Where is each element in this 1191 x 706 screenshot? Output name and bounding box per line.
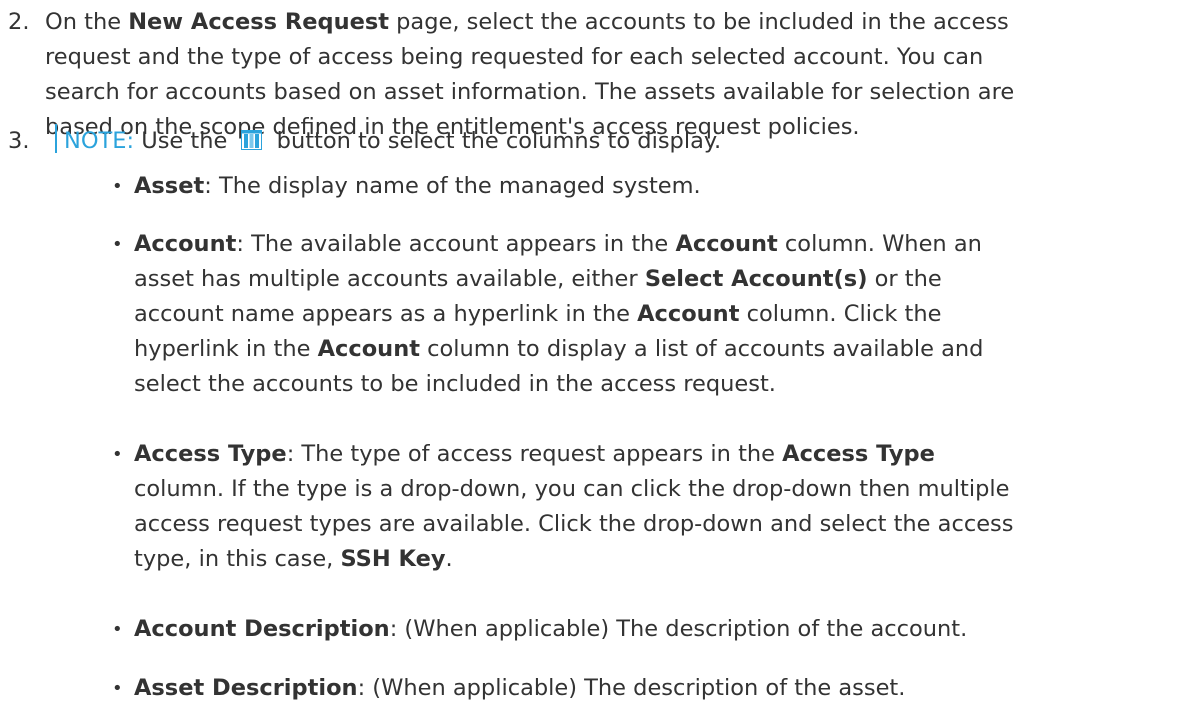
note: NOTE: Use the button to select the colum… [64, 124, 721, 159]
text-run: : (When applicable) The description of t… [357, 675, 906, 701]
text-line: asset has multiple accounts available, e… [134, 262, 1174, 297]
bold-term: Select Account(s) [644, 266, 868, 292]
note-text-before: Use the [134, 128, 235, 154]
text-run: : The display name of the managed system… [204, 173, 701, 199]
text-run: select the accounts to be included in th… [134, 371, 776, 397]
bold-term: New Access Request [128, 9, 389, 35]
text-run: : The available account appears in the [236, 231, 676, 257]
text-line: request and the type of access being req… [45, 40, 1175, 75]
text-run: On the [45, 9, 129, 35]
bold-term: Account Description [134, 616, 390, 642]
bullet-icon: • [112, 234, 123, 255]
text-run: . [445, 546, 453, 572]
bullet-icon: • [112, 619, 123, 640]
note-text-after: button to select the columns to display. [269, 128, 722, 154]
list-item: • Account Description: (When applicable) … [112, 612, 1174, 647]
text-line: On the New Access Request page, select t… [45, 5, 1175, 40]
text-run: account name appears as a hyperlink in t… [134, 301, 638, 327]
text-line: Asset: The display name of the managed s… [134, 169, 1174, 204]
text-line: select the accounts to be included in th… [134, 367, 1174, 402]
text-line: hyperlink in the Account column to displ… [134, 332, 1174, 367]
note-label: NOTE: [64, 128, 135, 154]
text-run: column. When an [777, 231, 982, 257]
text-line: type, in this case, SSH Key. [134, 542, 1174, 577]
bold-term: Access Type [782, 441, 935, 467]
text-line: account name appears as a hyperlink in t… [134, 297, 1174, 332]
text-line: Asset Description: (When applicable) The… [134, 671, 1174, 706]
text-run: column. If the type is a drop-down, you … [134, 476, 1010, 502]
bold-term: SSH Key [340, 546, 446, 572]
step-number: 3. [8, 128, 30, 154]
text-line: Access Type: The type of access request … [134, 437, 1174, 472]
text-line: column. If the type is a drop-down, you … [134, 472, 1174, 507]
text-run: column. Click the [739, 301, 942, 327]
text-run: column to display a list of accounts ava… [419, 336, 984, 362]
bullet-icon: • [112, 444, 123, 465]
text-line: Account: The available account appears i… [134, 227, 1174, 262]
text-run: page, select the accounts to be included… [389, 9, 1009, 35]
text-run: : (When applicable) The description of t… [389, 616, 968, 642]
list-item: • Asset: The display name of the managed … [112, 169, 1174, 204]
text-run: : The type of access request appears in … [286, 441, 783, 467]
bold-term: Account [637, 301, 740, 327]
text-line: search for accounts based on asset infor… [45, 75, 1175, 110]
text-run: access request types are available. Clic… [134, 511, 1014, 537]
bold-term: Account [317, 336, 420, 362]
list-item: • Account: The available account appears … [112, 227, 1174, 402]
text-line: Account Description: (When applicable) T… [134, 612, 1174, 647]
list-item: • Asset Description: (When applicable) Th… [112, 671, 1174, 706]
text-run: or the [867, 266, 942, 292]
bold-term: Asset Description [134, 675, 358, 701]
text-run: asset has multiple accounts available, e… [134, 266, 645, 292]
bullet-icon: • [112, 176, 123, 197]
text-line: access request types are available. Clic… [134, 507, 1174, 542]
text-run: hyperlink in the [134, 336, 318, 362]
bold-term: Access Type [134, 441, 287, 467]
text-run: type, in this case, [134, 546, 341, 572]
text-run: search for accounts based on asset infor… [45, 79, 1015, 105]
list-item: • Access Type: The type of access request… [112, 437, 1174, 577]
bold-term: Account [675, 231, 778, 257]
columns-icon [240, 130, 262, 150]
note-accent-bar [55, 124, 57, 153]
bold-term: Account [134, 231, 237, 257]
bullet-icon: • [112, 678, 123, 699]
step-number: 2. [8, 9, 30, 35]
bold-term: Asset [134, 173, 205, 199]
text-run: request and the type of access being req… [45, 44, 984, 70]
